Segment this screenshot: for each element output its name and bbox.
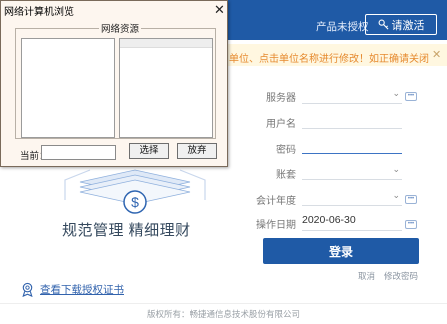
password-field[interactable] — [302, 137, 402, 154]
resource-list-header — [120, 39, 212, 48]
network-tree-list[interactable] — [21, 38, 115, 138]
network-resources-label: 网络资源 — [99, 21, 142, 35]
notice-text: 单位、点击单位名称进行修改！如正确请关闭 — [229, 54, 429, 65]
username-field[interactable] — [302, 112, 402, 129]
server-more-icon[interactable]: ••• — [405, 92, 417, 101]
op-date-label: 操作日期 — [256, 220, 296, 231]
chevron-down-icon: ⌄ — [392, 164, 400, 174]
network-browse-dialog: 网络计算机浏览 ✕ 网络资源 当前： 选择 放弃 — [0, 0, 228, 167]
select-button[interactable]: 选择 — [129, 143, 169, 159]
activate-button[interactable]: 请激活 — [365, 14, 437, 35]
change-password-link[interactable]: 修改密码 — [384, 270, 418, 282]
chevron-down-icon: ⌄ — [392, 88, 400, 98]
certificate-icon — [22, 282, 33, 297]
notice-close-icon[interactable]: ✕ — [432, 48, 441, 61]
password-label: 密码 — [276, 145, 296, 156]
account-select[interactable]: ⌄ — [302, 163, 402, 180]
slogan: 规范管理 精细理财 — [62, 222, 191, 239]
fiscal-year-more-icon[interactable]: ••• — [405, 195, 417, 204]
cancel-link[interactable]: 取消 — [358, 270, 375, 282]
chevron-down-icon: ⌄ — [392, 190, 400, 200]
username-label: 用户名 — [266, 119, 296, 130]
key-icon — [378, 19, 388, 30]
login-button[interactable]: 登录 — [263, 238, 419, 264]
dialog-title: 网络计算机浏览 — [4, 7, 74, 18]
view-certificate-link[interactable]: 查看下载授权证书 — [20, 282, 124, 297]
close-icon[interactable]: ✕ — [214, 2, 225, 18]
fiscal-year-label: 会计年度 — [256, 196, 296, 207]
account-label: 账套 — [276, 170, 296, 181]
fiscal-year-select[interactable]: ⌄ — [302, 189, 402, 206]
server-select[interactable]: ⌄ — [302, 87, 402, 104]
server-label: 服务器 — [266, 93, 296, 104]
license-status: 产品未授权 — [316, 21, 369, 33]
copyright-footer: 版权所有：畅捷通信息技术股份有限公司 — [0, 303, 447, 324]
op-date-value: 2020-06-30 — [302, 214, 356, 226]
cancel-button[interactable]: 放弃 — [177, 143, 217, 159]
op-date-field[interactable]: 2020-06-30 — [302, 214, 402, 231]
resource-list[interactable] — [119, 38, 213, 138]
svg-text:$: $ — [131, 194, 139, 210]
op-date-more-icon[interactable]: ••• — [405, 220, 417, 229]
current-path-input[interactable] — [41, 145, 116, 160]
activate-label: 请激活 — [391, 19, 425, 32]
view-certificate-label: 查看下载授权证书 — [40, 284, 124, 296]
